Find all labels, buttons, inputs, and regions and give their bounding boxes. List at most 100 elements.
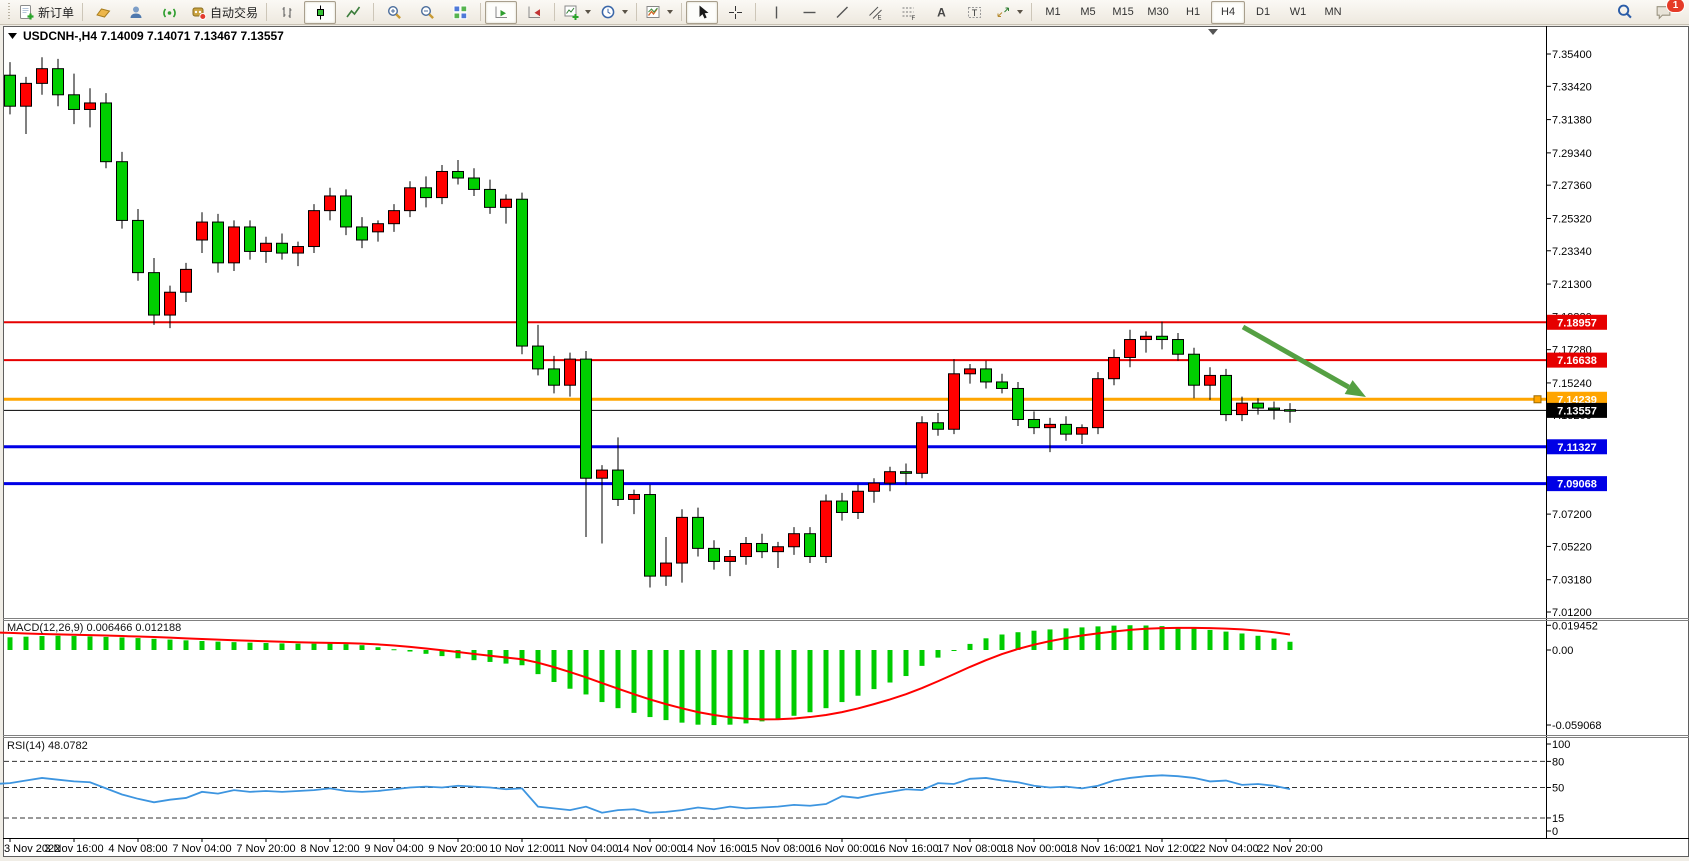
line-chart-button[interactable]: [337, 1, 369, 24]
bar-chart-button[interactable]: [271, 1, 303, 24]
svg-text:15 Nov 08:00: 15 Nov 08:00: [745, 843, 810, 855]
candle: [309, 211, 320, 247]
svg-text:7 Nov 20:00: 7 Nov 20:00: [236, 843, 295, 855]
indicators-button[interactable]: [559, 1, 595, 24]
candle: [885, 472, 896, 483]
separator: [755, 3, 756, 21]
tile-windows-icon: [452, 4, 469, 21]
new-order-button[interactable]: 新订单: [14, 1, 78, 24]
candle: [69, 95, 80, 110]
svg-text:9 Nov 04:00: 9 Nov 04:00: [364, 843, 423, 855]
candle: [325, 196, 336, 211]
dropdown-arrow: [585, 10, 591, 14]
new-order-icon: [18, 4, 35, 21]
candle: [1125, 340, 1136, 358]
auto-scroll-button[interactable]: [485, 1, 517, 24]
candle: [181, 269, 192, 292]
candle: [565, 359, 576, 385]
candle: [581, 359, 592, 478]
timeframe-m5[interactable]: M5: [1071, 1, 1105, 24]
gold-tool-icon: [95, 4, 112, 21]
macd-label: MACD(12,26,9) 0.006466 0.012188: [7, 622, 181, 634]
toolbar-grip[interactable]: [6, 3, 11, 21]
separator: [373, 3, 374, 21]
equidistant-channel-button[interactable]: E: [859, 1, 891, 24]
timeframe-m1[interactable]: M1: [1036, 1, 1070, 24]
zoom-in-icon: [386, 4, 403, 21]
chart-area[interactable]: 7.354007.334207.313807.293407.273607.253…: [0, 0, 1689, 861]
svg-text:18 Nov 00:00: 18 Nov 00:00: [1001, 843, 1066, 855]
chart-shift-button[interactable]: [518, 1, 550, 24]
timeframe-d1[interactable]: D1: [1246, 1, 1280, 24]
vertical-line-icon: [768, 4, 785, 21]
svg-text:7.15240: 7.15240: [1552, 378, 1592, 390]
timeframe-m15[interactable]: M15: [1106, 1, 1140, 24]
timeframe-h1[interactable]: H1: [1176, 1, 1210, 24]
svg-text:7.05220: 7.05220: [1552, 541, 1592, 553]
separator: [82, 3, 83, 21]
text-button[interactable]: A: [925, 1, 957, 24]
candle: [1253, 403, 1264, 408]
cursor-button[interactable]: [686, 1, 718, 24]
candle: [437, 171, 448, 197]
candle: [997, 382, 1008, 389]
signals-button[interactable]: [153, 1, 185, 24]
svg-text:-0.059068: -0.059068: [1552, 720, 1602, 732]
text-label-button[interactable]: T: [958, 1, 990, 24]
search-button[interactable]: [1609, 1, 1641, 24]
svg-text:16 Nov 00:00: 16 Nov 00:00: [809, 843, 874, 855]
dropdown-arrow: [1017, 10, 1023, 14]
dropdown-arrow: [622, 10, 628, 14]
svg-text:A: A: [937, 5, 946, 19]
candle: [245, 227, 256, 251]
svg-text:17 Nov 08:00: 17 Nov 08:00: [937, 843, 1002, 855]
svg-text:7.23340: 7.23340: [1552, 246, 1592, 258]
candle: [501, 199, 512, 207]
timeframe-mn[interactable]: MN: [1316, 1, 1350, 24]
search-icon: [1616, 3, 1634, 21]
horizontal-line-button[interactable]: [793, 1, 825, 24]
bar-chart-icon: [279, 4, 296, 21]
candle: [405, 188, 416, 211]
svg-text:16 Nov 16:00: 16 Nov 16:00: [873, 843, 938, 855]
candlestick-chart-button[interactable]: [304, 1, 336, 24]
fibonacci-button[interactable]: F: [892, 1, 924, 24]
svg-text:50: 50: [1552, 783, 1564, 795]
strategy-tester-button[interactable]: [120, 1, 152, 24]
timeframe-w1[interactable]: W1: [1281, 1, 1315, 24]
zoom-in-button[interactable]: [378, 1, 410, 24]
tile-windows-button[interactable]: [444, 1, 476, 24]
notifications-button[interactable]: 1: [1647, 1, 1679, 24]
candle: [469, 178, 480, 189]
svg-text:9 Nov 20:00: 9 Nov 20:00: [428, 843, 487, 855]
candle: [741, 543, 752, 556]
candle: [805, 534, 816, 557]
zoom-out-button[interactable]: [411, 1, 443, 24]
candle: [869, 483, 880, 491]
crosshair-button[interactable]: [719, 1, 751, 24]
text-icon: A: [933, 4, 950, 21]
svg-text:7.11327: 7.11327: [1557, 442, 1596, 454]
timeframe-h4[interactable]: H4: [1211, 1, 1245, 24]
templates-button[interactable]: [641, 1, 677, 24]
crosshair-icon: [727, 4, 744, 21]
candle: [661, 563, 672, 576]
trendline-button[interactable]: [826, 1, 858, 24]
svg-text:3 Nov 16:00: 3 Nov 16:00: [44, 843, 103, 855]
svg-text:7.07200: 7.07200: [1552, 509, 1592, 521]
arrows-button[interactable]: [991, 1, 1027, 24]
candle: [965, 369, 976, 374]
svg-text:7.35400: 7.35400: [1552, 49, 1592, 61]
hline-handle[interactable]: [1534, 396, 1541, 403]
svg-text:7.21300: 7.21300: [1552, 279, 1592, 291]
autotrading-button[interactable]: 自动交易: [186, 1, 262, 24]
candle: [709, 548, 720, 561]
metaeditor-button[interactable]: [87, 1, 119, 24]
periods-button[interactable]: [596, 1, 632, 24]
svg-text:4 Nov 08:00: 4 Nov 08:00: [108, 843, 167, 855]
candle: [1285, 410, 1296, 412]
vertical-line-button[interactable]: [760, 1, 792, 24]
svg-text:7.33420: 7.33420: [1552, 81, 1592, 93]
chart-title: USDCNH-,H4 7.14009 7.14071 7.13467 7.135…: [23, 29, 284, 43]
timeframe-m30[interactable]: M30: [1141, 1, 1175, 24]
